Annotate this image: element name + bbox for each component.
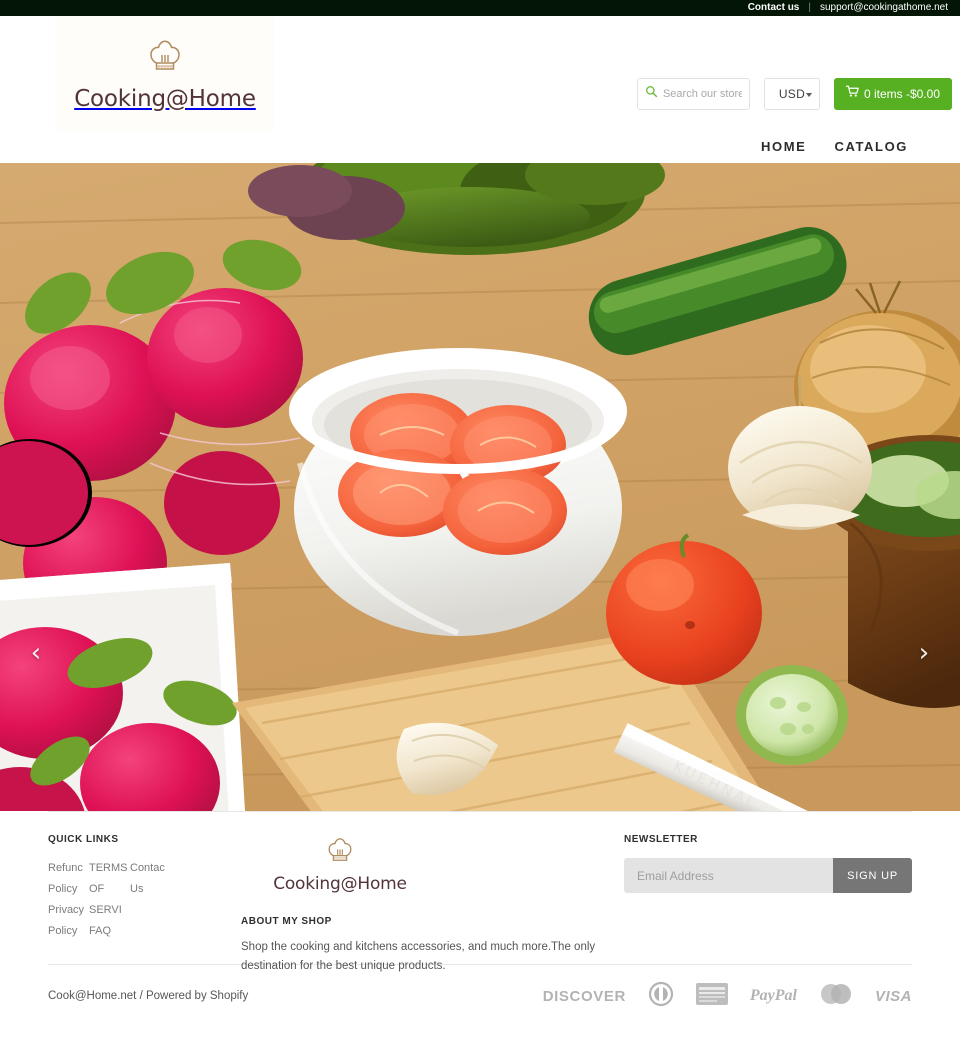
copyright-text: Cook@Home.net / Powered by Shopify	[48, 990, 249, 1002]
quick-link-refund-policy-1[interactable]: Refunc	[48, 858, 89, 879]
chef-hat-icon	[323, 834, 357, 873]
chef-hat-icon	[143, 35, 187, 84]
newsletter-heading: NEWSLETTER	[624, 834, 698, 845]
quick-link-refund-policy-2[interactable]: Policy	[48, 879, 89, 900]
topbar-separator: |	[808, 2, 811, 13]
chevron-right-icon[interactable]: ›	[908, 637, 940, 669]
paypal-icon: PayPal	[749, 987, 797, 1004]
mastercard-icon	[819, 983, 853, 1010]
search-box[interactable]	[636, 78, 750, 110]
newsletter-form: SIGN UP	[624, 858, 912, 893]
quick-link-terms-2[interactable]: OF	[89, 879, 130, 900]
quick-link-faq[interactable]: FAQ	[89, 921, 130, 942]
quick-link-contact-us-1[interactable]: Contac	[130, 858, 176, 879]
footer-logo[interactable]: Cooking@Home	[265, 834, 415, 894]
about-shop-text: Shop the cooking and kitchens accessorie…	[241, 941, 596, 972]
diners-club-card-icon	[648, 981, 674, 1012]
discover-card-icon: DISCOVER	[542, 987, 626, 1005]
footer-columns: QUICK LINKS Refunc Policy Privacy Policy…	[48, 812, 912, 972]
quick-links-columns: Refunc Policy Privacy Policy TERMS OF SE…	[48, 858, 198, 942]
search-input[interactable]	[662, 88, 742, 100]
nav-item-catalog[interactable]: CATALOG	[834, 139, 908, 154]
top-utility-bar: Contact us | support@cookingathome.net	[0, 0, 960, 16]
site-logo-text: Cooking@Home	[74, 86, 256, 112]
quick-links-column-2: TERMS OF SERVI FAQ	[89, 858, 130, 942]
currency-selector[interactable]: USD	[763, 78, 820, 110]
hero-slideshow[interactable]: KUEHNAL ‹ ›	[0, 163, 960, 811]
newsletter-section: NEWSLETTER SIGN UP	[624, 834, 912, 964]
chevron-left-icon[interactable]: ‹	[20, 637, 52, 669]
hero-image: KUEHNAL	[0, 163, 960, 811]
site-header: Cooking@Home USD 0 i	[0, 16, 960, 131]
newsletter-signup-button[interactable]: SIGN UP	[833, 858, 912, 893]
currency-selected-value: USD	[778, 87, 806, 101]
quick-links-heading: QUICK LINKS	[48, 834, 119, 845]
footer-logo-text: Cooking@Home	[273, 874, 407, 894]
top-utility-bar-inner: Contact us | support@cookingathome.net	[748, 0, 948, 16]
shopping-cart-icon	[845, 85, 859, 103]
quick-link-terms-3[interactable]: SERVI	[89, 900, 130, 921]
cart-button[interactable]: 0 items -$0.00	[833, 78, 952, 110]
quick-link-contact-us-2[interactable]: Us	[130, 879, 176, 900]
nav-item-home[interactable]: HOME	[761, 139, 806, 154]
newsletter-email-input[interactable]	[624, 858, 834, 893]
quick-link-privacy-policy-1[interactable]: Privacy	[48, 900, 89, 921]
about-shop-heading: ABOUT MY SHOP	[241, 916, 332, 927]
visa-card-icon: VISA	[874, 987, 912, 1005]
main-navigation: HOME CATALOG	[0, 129, 960, 163]
quick-link-privacy-policy-2[interactable]: Policy	[48, 921, 89, 942]
quick-link-terms-1[interactable]: TERMS	[89, 858, 130, 879]
contact-us-link[interactable]: Contact us	[748, 0, 800, 16]
quick-links-section: QUICK LINKS Refunc Policy Privacy Policy…	[48, 834, 198, 964]
site-logo[interactable]: Cooking@Home	[55, 16, 275, 131]
quick-links-column-1: Refunc Policy Privacy Policy	[48, 858, 89, 942]
site-footer: QUICK LINKS Refunc Policy Privacy Policy…	[0, 811, 960, 1027]
support-email-link[interactable]: support@cookingathome.net	[820, 0, 948, 16]
cart-label: 0 items -$0.00	[863, 87, 940, 101]
american-express-card-icon	[695, 982, 728, 1010]
header-tools: USD 0 items -$0.00	[636, 78, 952, 110]
chevron-down-icon	[805, 93, 812, 97]
quick-links-column-3: Contac Us	[130, 858, 176, 942]
about-shop-section: Cooking@Home ABOUT MY SHOP Shop the cook…	[198, 834, 624, 972]
payment-methods: DISCOVER PayPal VISA	[543, 981, 912, 1012]
search-icon	[645, 85, 658, 103]
